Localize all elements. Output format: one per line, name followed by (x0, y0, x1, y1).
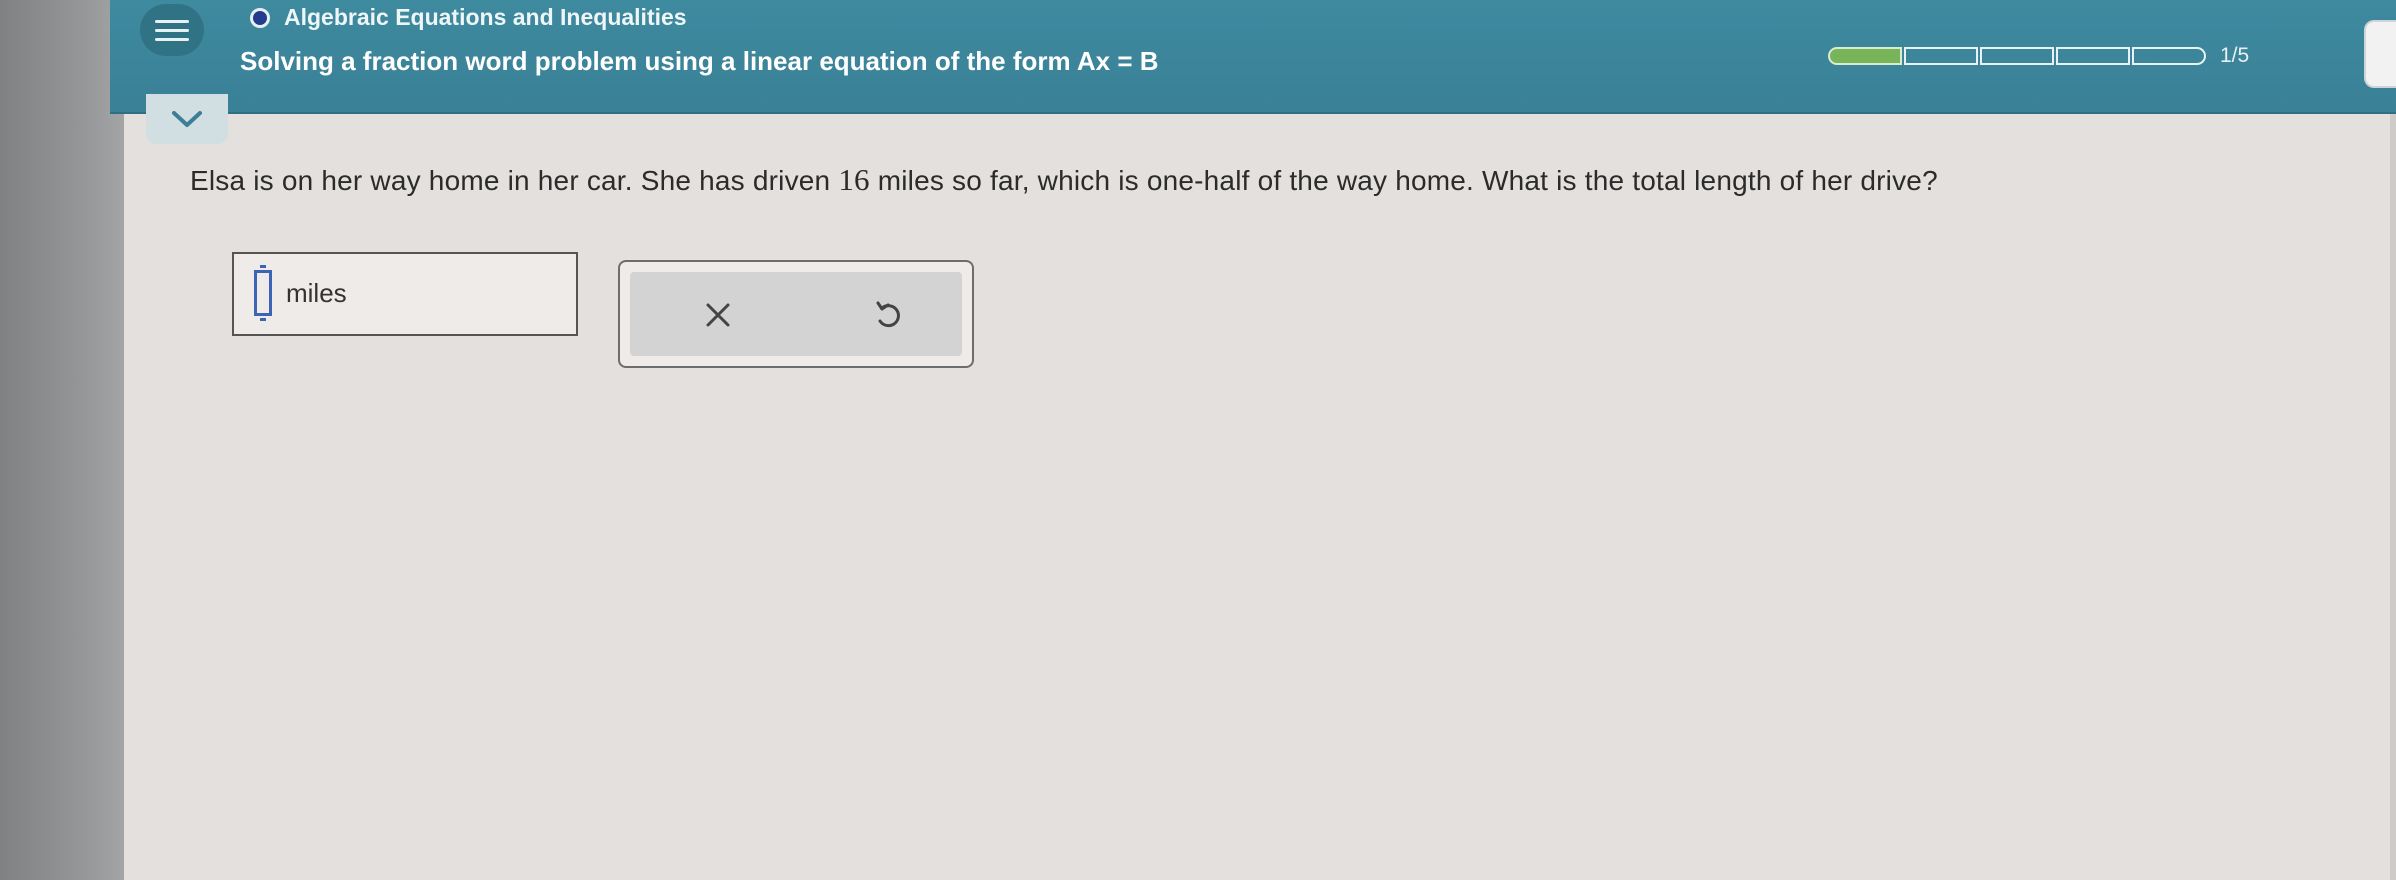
input-cursor-icon (254, 265, 272, 321)
side-panel-tab[interactable] (2364, 20, 2396, 88)
menu-button[interactable] (140, 4, 204, 56)
question-text-end: miles so far, which is one-half of the w… (869, 165, 1938, 196)
progress-segment-5 (2132, 47, 2206, 65)
topic-label: Algebraic Equations and Inequalities (284, 4, 687, 30)
answer-unit-label: miles (286, 278, 347, 308)
question-number: 16 (838, 162, 870, 197)
lesson-header: Algebraic Equations and Inequalities Sol… (110, 0, 2396, 114)
progress-segment-2 (1904, 47, 1978, 65)
question-text: Elsa is on her way home in her car. She … (190, 162, 1938, 198)
progress-segment-4 (2056, 47, 2130, 65)
topic-dot-icon (250, 7, 270, 28)
collapse-header-button[interactable] (146, 94, 228, 144)
progress-count: 1/5 (2220, 44, 2250, 67)
progress-segment-3 (1980, 47, 2054, 65)
screen-bezel-left (0, 0, 124, 880)
undo-icon (876, 301, 900, 328)
progress-bar: 1/5 (1828, 44, 2249, 68)
answer-input[interactable]: miles (232, 252, 578, 336)
answer-tools (618, 260, 974, 368)
progress-segment-1 (1828, 47, 1902, 65)
clear-button[interactable] (688, 290, 748, 340)
hamburger-menu-icon (155, 14, 189, 47)
chevron-down-icon (172, 111, 202, 127)
undo-button[interactable] (858, 290, 918, 340)
answer-tools-panel (630, 272, 962, 356)
x-icon (706, 303, 730, 327)
lesson-title: Solving a fraction word problem using a … (240, 46, 1159, 76)
screen-edge-right (2390, 0, 2396, 880)
question-text-start: Elsa is on her way home in her car. She … (190, 165, 839, 196)
topic-breadcrumb: Algebraic Equations and Inequalities (250, 4, 687, 31)
